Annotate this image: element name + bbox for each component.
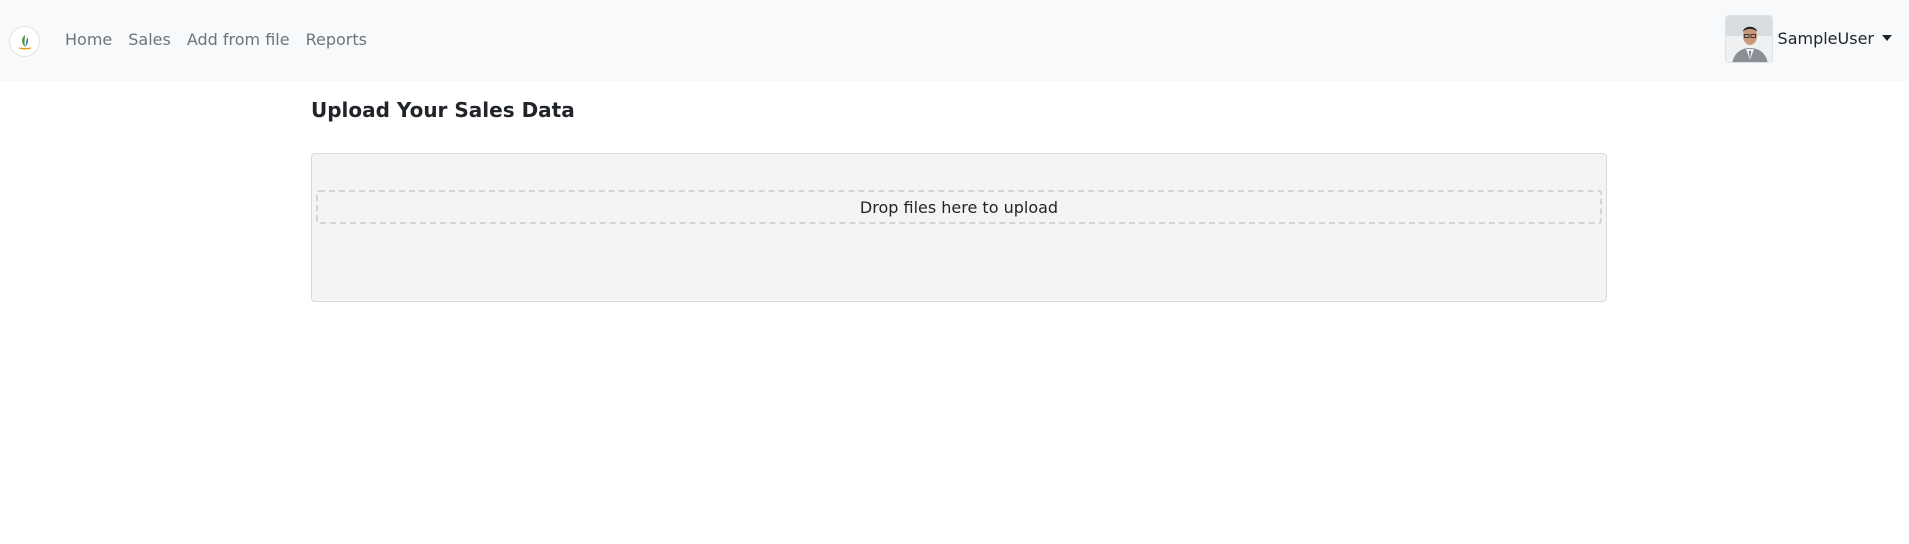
dropzone-message[interactable]: Drop files here to upload (316, 190, 1602, 224)
user-name[interactable]: SampleUser (1778, 28, 1874, 50)
nav-links: Home Sales Add from file Reports (65, 29, 383, 51)
leaf-logo-icon[interactable] (9, 26, 40, 57)
top-navbar: Home Sales Add from file Reports SampleU… (0, 0, 1909, 81)
caret-down-icon[interactable] (1882, 35, 1892, 41)
nav-link-home[interactable]: Home (65, 29, 112, 51)
user-menu-dropdown[interactable]: SampleUser (1724, 15, 1892, 63)
nav-link-reports[interactable]: Reports (306, 29, 367, 51)
nav-link-add-from-file[interactable]: Add from file (187, 29, 290, 51)
avatar[interactable] (1724, 15, 1773, 63)
file-dropzone[interactable]: Drop files here to upload (311, 153, 1607, 302)
nav-link-sales[interactable]: Sales (128, 29, 171, 51)
page-title: Upload Your Sales Data (311, 98, 575, 122)
